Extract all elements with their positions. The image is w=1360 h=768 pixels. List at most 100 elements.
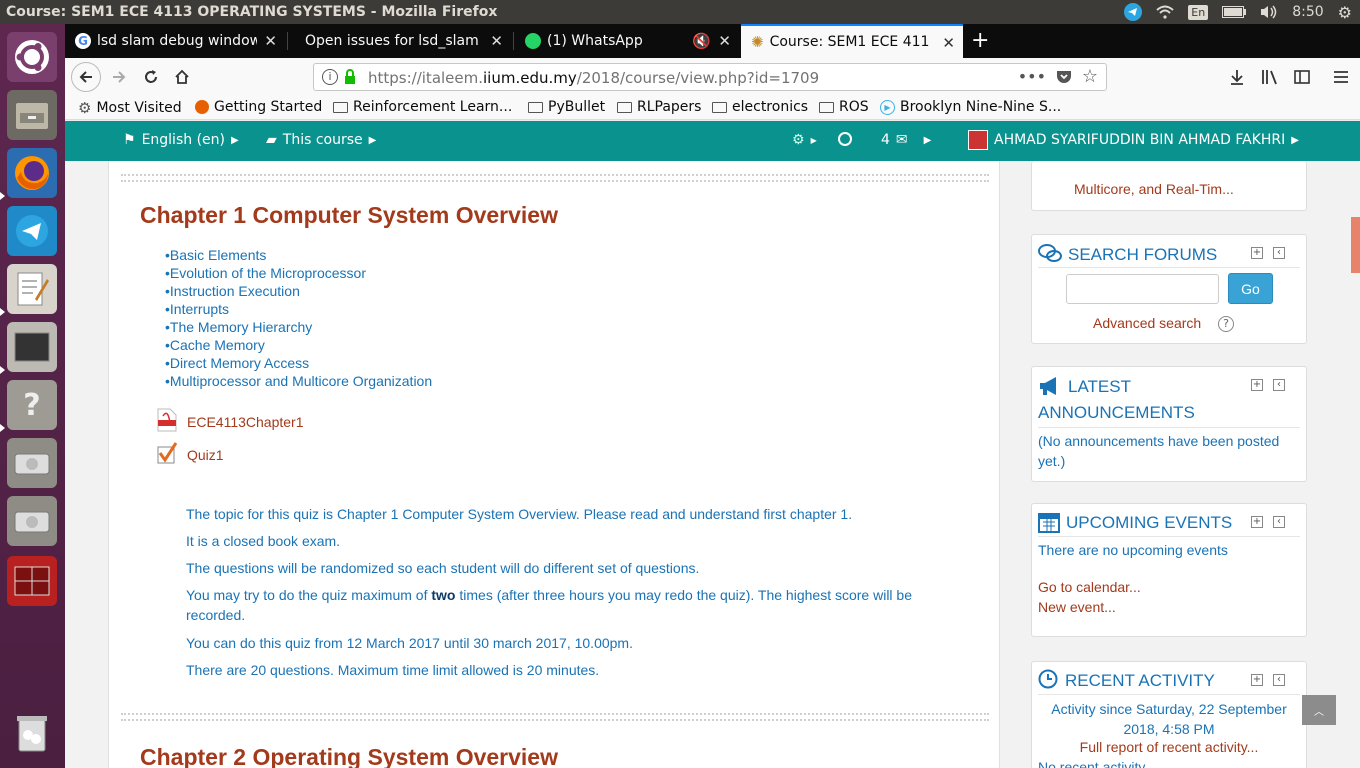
caret-right-icon: ▶ (1291, 134, 1299, 146)
telegram-tray-icon[interactable] (1124, 3, 1143, 21)
drive-icon[interactable] (7, 496, 57, 546)
downloads-icon[interactable] (1223, 63, 1251, 91)
upcoming-events-block: UPCOMING EVENTS + ‹ There are no upcomin… (1031, 503, 1307, 637)
full-report-link[interactable]: Full report of recent activity... (1038, 739, 1300, 755)
block-header-divider (1038, 694, 1300, 695)
reload-button[interactable] (137, 63, 165, 91)
hide-block-icon[interactable]: ‹ (1273, 379, 1285, 391)
caret-right-icon: ▶ (368, 134, 377, 146)
topic-link[interactable]: •Direct Memory Access (165, 355, 309, 371)
section-title: Chapter 2 Operating System Overview (140, 744, 558, 768)
help-icon[interactable]: ? (1218, 316, 1234, 332)
sidebar-icon[interactable] (1288, 63, 1316, 91)
moodle-navbar: ⚑ English (en) ▶ ▰ This course ▶ ⚙ ▶ 4 ✉ ▶ AH… (65, 121, 1360, 161)
go-to-calendar-link[interactable]: Go to calendar... (1038, 579, 1141, 595)
bookmark-getting-started[interactable]: Getting Started (195, 99, 322, 115)
files-icon[interactable] (7, 90, 57, 140)
gear-icon: ⚙ (78, 99, 92, 117)
quiz-link[interactable]: Quiz1 (187, 447, 224, 463)
library-icon[interactable] (1256, 63, 1284, 91)
this-course-menu[interactable]: ▰ This course ▶ (266, 132, 376, 148)
bookmark-folder-rlpapers[interactable]: RLPapers (617, 99, 701, 115)
wifi-icon[interactable] (1156, 5, 1174, 19)
info-icon[interactable]: i (322, 69, 338, 85)
bookmark-folder-ros[interactable]: ROS (819, 99, 869, 115)
quiz-description: You may try to do the quiz maximum of tw… (186, 587, 912, 623)
topic-link[interactable]: •The Memory Hierarchy (165, 319, 312, 335)
topic-link[interactable]: •Evolution of the Microprocessor (165, 265, 366, 281)
hide-block-icon[interactable]: ‹ (1273, 516, 1285, 528)
volume-icon[interactable] (1260, 5, 1278, 19)
language-menu[interactable]: ⚑ English (en) ▶ (123, 132, 239, 148)
tab-lsd-slam-debug[interactable]: G lsd slam debug window ✕ (65, 24, 285, 58)
page-actions-icon[interactable]: ••• (1018, 67, 1046, 86)
power-gear-icon[interactable]: ⚙ (1338, 3, 1352, 22)
telegram-icon[interactable] (7, 206, 57, 256)
settings-menu[interactable]: ⚙ ▶ (792, 132, 817, 148)
close-tab-icon[interactable]: ✕ (718, 32, 731, 50)
bookmark-most-visited[interactable]: ⚙ Most Visited (78, 99, 182, 117)
keyboard-layout-indicator[interactable]: En (1188, 4, 1209, 20)
tour-button[interactable] (838, 132, 852, 146)
terminal-window-icon[interactable] (7, 322, 57, 372)
gear-icon: ⚙ (792, 132, 805, 148)
clock[interactable]: 8:50 (1292, 4, 1323, 20)
dock-block-icon[interactable]: + (1251, 247, 1263, 259)
topic-link[interactable]: •Instruction Execution (165, 283, 300, 299)
trash-icon[interactable] (7, 708, 57, 758)
advanced-search-link[interactable]: Advanced search (1093, 315, 1201, 331)
chevron-up-icon: ︿ (1314, 706, 1324, 718)
close-tab-icon[interactable]: ✕ (264, 32, 277, 50)
close-tab-icon[interactable]: ✕ (490, 32, 503, 50)
ubuntu-launcher: ? (0, 24, 65, 768)
dock-block-icon[interactable]: + (1251, 379, 1263, 391)
help-icon[interactable]: ? (7, 380, 57, 430)
text-editor-icon[interactable] (7, 264, 57, 314)
back-button[interactable] (71, 62, 101, 92)
bookmark-folder-electronics[interactable]: electronics (712, 99, 808, 115)
topic-link[interactable]: •Cache Memory (165, 337, 265, 353)
user-menu[interactable]: AHMAD SYARIFUDDIN BIN AHMAD FAKHRI ▶ (968, 130, 1299, 150)
home-button[interactable] (168, 63, 196, 91)
megaphone-icon (1038, 376, 1062, 400)
dock-block-icon[interactable]: + (1251, 674, 1263, 686)
mute-tab-icon[interactable]: 🔇 (692, 32, 711, 50)
ubuntu-dash-icon[interactable] (7, 32, 57, 82)
topic-link[interactable]: •Multiprocessor and Multicore Organizati… (165, 373, 432, 389)
pocket-icon[interactable] (1056, 69, 1072, 89)
tab-course-active[interactable]: ✺ Course: SEM1 ECE 4113 O ✕ (741, 24, 963, 58)
page-scrollbar[interactable] (1351, 217, 1360, 273)
pdf-resource[interactable]: ECE4113Chapter1 (155, 408, 303, 435)
tab-open-issues[interactable]: Open issues for lsd_slam ✕ (289, 24, 511, 58)
resource-link[interactable]: ECE4113Chapter1 (187, 414, 303, 430)
bookmark-star-icon[interactable]: ☆ (1082, 66, 1098, 87)
drive-icon[interactable] (7, 438, 57, 488)
hide-block-icon[interactable]: ‹ (1273, 247, 1285, 259)
firefox-icon[interactable] (7, 148, 57, 198)
scroll-to-top-button[interactable]: ︿ (1302, 695, 1336, 725)
forward-button[interactable] (105, 63, 133, 91)
topic-link[interactable]: •Basic Elements (165, 247, 266, 263)
folder-icon (528, 101, 543, 113)
search-forums-input[interactable] (1066, 274, 1219, 304)
course-link[interactable]: Multicore, and Real-Tim... (1074, 181, 1234, 197)
new-event-link[interactable]: New event... (1038, 599, 1116, 615)
tab-label: Open issues for lsd_slam (305, 33, 479, 49)
quiz-activity[interactable]: Quiz1 (155, 441, 224, 468)
hide-block-icon[interactable]: ‹ (1273, 674, 1285, 686)
bookmark-brooklyn[interactable]: ▶ Brooklyn Nine-Nine S... (880, 99, 1061, 115)
terminal-icon[interactable] (7, 556, 57, 606)
messages-menu[interactable]: 4 ✉ ▶ (881, 132, 931, 148)
tab-whatsapp[interactable]: (1) WhatsApp 🔇 ✕ (515, 24, 739, 58)
hamburger-menu-icon[interactable] (1327, 63, 1355, 91)
new-tab-button[interactable]: + (971, 28, 989, 53)
battery-icon[interactable] (1222, 6, 1247, 18)
topic-link[interactable]: •Interrupts (165, 301, 229, 317)
block-title: SEARCH FORUMS (1068, 245, 1218, 264)
bookmark-folder-reinforcement[interactable]: Reinforcement Learn... (333, 99, 512, 115)
dock-block-icon[interactable]: + (1251, 516, 1263, 528)
go-button[interactable]: Go (1228, 273, 1273, 304)
url-bar[interactable]: i https://italeem.iium.edu.my/2018/cours… (313, 63, 1107, 91)
bookmark-folder-pybullet[interactable]: PyBullet (528, 99, 605, 115)
close-tab-icon[interactable]: ✕ (942, 34, 955, 52)
